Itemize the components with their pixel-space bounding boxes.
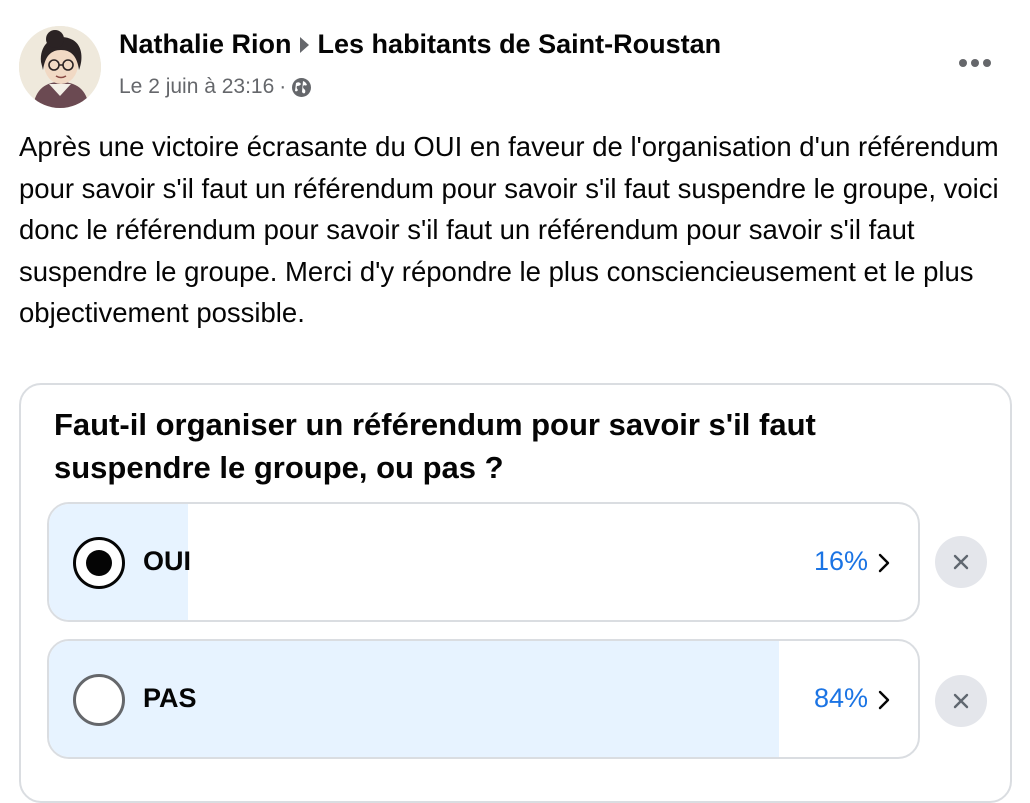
post-meta: Le 2 juin à 23:16 · (119, 75, 312, 99)
remove-option-button[interactable] (935, 675, 987, 727)
radio-checked-icon[interactable] (73, 537, 125, 589)
remove-option-button[interactable] (935, 536, 987, 588)
group-name[interactable]: Les habitants de Saint-Roustan (318, 29, 722, 60)
author-name[interactable]: Nathalie Rion (119, 29, 292, 60)
post-body-text: Après une victoire écrasante du OUI en f… (19, 131, 999, 329)
more-options-button[interactable] (948, 43, 1002, 83)
poll-option-label: PAS (143, 683, 197, 713)
poll-option-oui[interactable]: OUI 16% (47, 502, 920, 622)
poll-option-pas[interactable]: PAS 84% (47, 639, 920, 759)
chevron-right-icon[interactable] (876, 685, 892, 715)
avatar[interactable] (19, 26, 101, 108)
chevron-right-icon[interactable] (876, 548, 892, 578)
poll-option-percent[interactable]: 16% (814, 546, 868, 577)
poll-option-label: OUI (143, 546, 192, 576)
post-timestamp[interactable]: Le 2 juin à 23:16 (119, 75, 274, 99)
caret-right-icon (299, 36, 309, 53)
avatar-illustration (19, 26, 101, 108)
globe-icon[interactable] (291, 77, 312, 98)
more-dots-icon (959, 59, 991, 67)
post-header: Nathalie Rion Les habitants de Saint-Rou… (0, 0, 1030, 115)
poll-card: Faut-il organiser un référendum pour sav… (19, 383, 1012, 803)
meta-separator: · (279, 75, 287, 98)
poll-option-percent[interactable]: 84% (814, 683, 868, 714)
radio-dot (86, 550, 112, 576)
radio-unchecked-icon[interactable] (73, 674, 125, 726)
post-author-line: Nathalie Rion Les habitants de Saint-Rou… (119, 29, 721, 60)
close-icon (953, 693, 969, 709)
close-icon (953, 554, 969, 570)
poll-question: Faut-il organiser un référendum pour sav… (54, 407, 816, 485)
